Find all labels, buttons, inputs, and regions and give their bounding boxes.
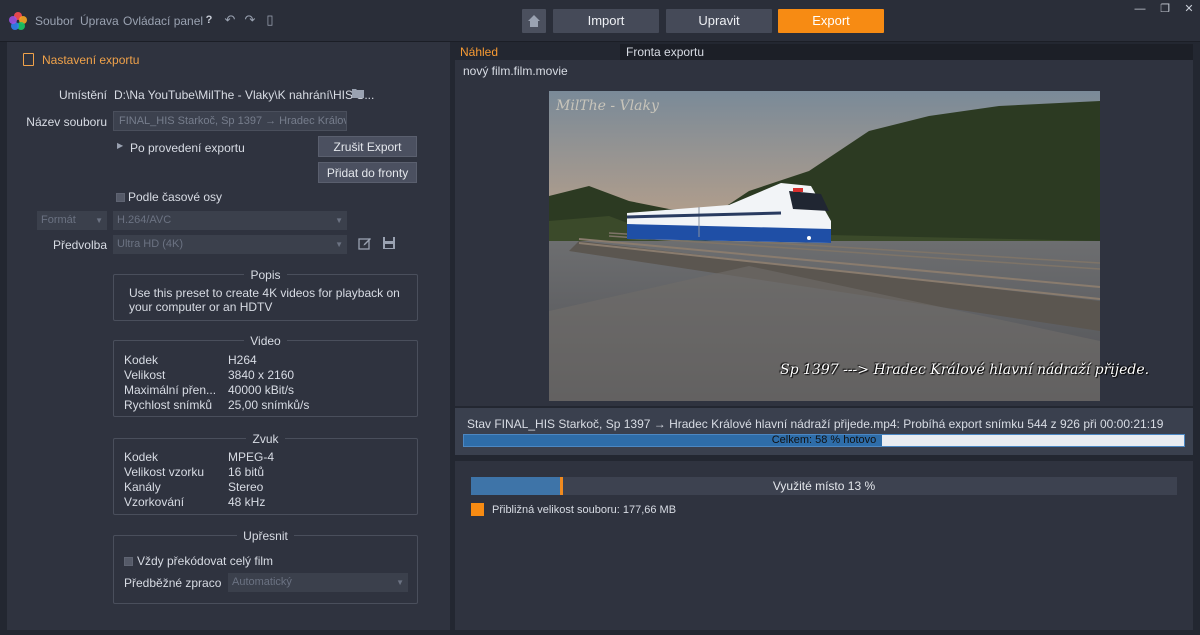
video-bitrate-label: Maximální přen... bbox=[124, 383, 217, 397]
minimize-icon[interactable]: — bbox=[1133, 2, 1147, 16]
export-progress-bar: Celkem: 58 % hotovo bbox=[463, 434, 1185, 447]
file-size-legend-swatch bbox=[471, 503, 484, 516]
after-export-label[interactable]: Po provedení exportu bbox=[130, 141, 245, 155]
video-size-value: 3840 x 2160 bbox=[228, 368, 295, 382]
preview-caption: Sp 1397 ---> Hradec Králové hlavní nádra… bbox=[780, 362, 1150, 378]
audio-channels-value: Stereo bbox=[228, 480, 264, 494]
audio-codec-value: MPEG-4 bbox=[228, 450, 275, 464]
chevron-down-icon: ▼ bbox=[95, 216, 103, 225]
restore-icon[interactable]: ❐ bbox=[1158, 2, 1172, 16]
audio-codec-label: Kodek bbox=[124, 450, 159, 464]
video-framerate-label: Rychlost snímků bbox=[124, 398, 213, 412]
section-header: Nastavení exportu bbox=[23, 53, 139, 67]
close-icon[interactable]: ✕ bbox=[1182, 2, 1196, 16]
export-status-bar: Stav FINAL_HIS Starkoč, Sp 1397 → Hradec… bbox=[455, 408, 1193, 455]
app-logo-icon bbox=[9, 12, 27, 30]
export-button[interactable]: Export bbox=[778, 9, 884, 33]
video-framerate-value: 25,00 snímků/s bbox=[228, 398, 310, 412]
format-select[interactable]: Formát ▼ bbox=[37, 211, 107, 230]
preset-select-value: Ultra HD (4K) bbox=[117, 238, 184, 250]
location-label: Umístění bbox=[58, 88, 107, 102]
tab-export-queue[interactable]: Fronta exportu bbox=[620, 44, 1193, 60]
preset-label: Předvolba bbox=[52, 238, 107, 252]
home-icon bbox=[528, 15, 540, 27]
menu-edit[interactable]: Úprava bbox=[80, 14, 119, 28]
filename-input[interactable]: FINAL_HIS Starkoč, Sp 1397 → Hradec Král… bbox=[113, 111, 347, 131]
audio-samplerate-value: 48 kHz bbox=[228, 495, 266, 509]
refine-group: Upřesnit Vždy překódovat celý film Předb… bbox=[113, 529, 418, 604]
format-select-label: Formát bbox=[41, 214, 76, 226]
audio-sample-size-label: Velikost vzorku bbox=[124, 465, 205, 479]
transcode-label: Vždy překódovat celý film bbox=[137, 554, 274, 568]
chevron-down-icon: ▼ bbox=[335, 240, 343, 249]
transcode-checkbox[interactable] bbox=[124, 557, 133, 566]
video-size-label: Velikost bbox=[124, 368, 166, 382]
preview-panel: Náhled Fronta exportu nový film.film.mov… bbox=[455, 42, 1193, 630]
export-progress-label: Celkem: 58 % hotovo bbox=[771, 434, 877, 446]
video-group: Video Kodek H264 Velikost 3840 x 2160 Ma… bbox=[113, 334, 418, 417]
import-button[interactable]: Import bbox=[553, 9, 659, 33]
preview-watermark: MilThe - Vlaky bbox=[556, 98, 659, 114]
save-preset-icon[interactable] bbox=[382, 236, 396, 250]
video-bitrate-value: 40000 kBit/s bbox=[228, 383, 295, 397]
location-value: D:\Na YouTube\MilThe - Vlaky\K nahrání\H… bbox=[114, 88, 375, 102]
export-status-text: Stav FINAL_HIS Starkoč, Sp 1397 → Hradec… bbox=[467, 417, 1164, 431]
audio-title: Zvuk bbox=[114, 432, 417, 446]
section-title: Nastavení exportu bbox=[42, 53, 140, 67]
codec-select[interactable]: H.264/AVC ▼ bbox=[113, 211, 347, 230]
edit-preset-icon[interactable] bbox=[358, 236, 372, 250]
description-text: Use this preset to create 4K videos for … bbox=[129, 286, 400, 314]
redo-icon[interactable]: ↷ bbox=[242, 12, 258, 28]
filename-label: Název souboru bbox=[26, 115, 107, 129]
chevron-down-icon: ▼ bbox=[335, 216, 343, 225]
edit-button[interactable]: Upravit bbox=[666, 9, 772, 33]
document-icon bbox=[23, 53, 34, 66]
export-settings-panel: Nastavení exportu Umístění D:\Na YouTube… bbox=[7, 42, 450, 630]
tab-preview[interactable]: Náhled bbox=[460, 44, 498, 60]
top-bar: Soubor Úprava Ovládací panel ? ↶ ↷ ▯ Imp… bbox=[0, 0, 1200, 42]
undo-icon[interactable]: ↶ bbox=[222, 12, 238, 28]
document-icon[interactable]: ▯ bbox=[262, 12, 278, 28]
chevron-right-icon[interactable]: ▶ bbox=[117, 141, 123, 150]
refine-title: Upřesnit bbox=[114, 529, 417, 543]
home-button[interactable] bbox=[522, 9, 546, 33]
audio-samplerate-label: Vzorkování bbox=[124, 495, 185, 509]
description-title: Popis bbox=[114, 268, 417, 282]
disk-space-label: Využité místo 13 % bbox=[772, 479, 876, 493]
video-preview-image bbox=[549, 91, 1100, 401]
chevron-down-icon: ▼ bbox=[396, 578, 404, 587]
codec-select-value: H.264/AVC bbox=[117, 214, 172, 226]
menu-file[interactable]: Soubor bbox=[35, 14, 74, 28]
description-group: Popis Use this preset to create 4K video… bbox=[113, 268, 418, 321]
cancel-export-button[interactable]: Zrušit Export bbox=[318, 136, 417, 157]
help-icon[interactable]: ? bbox=[201, 12, 217, 28]
disk-space-bar: Využité místo 13 % bbox=[471, 477, 1177, 495]
add-to-queue-button[interactable]: Přidat do fronty bbox=[318, 162, 417, 183]
timeline-label: Podle časové osy bbox=[128, 190, 223, 204]
video-codec-label: Kodek bbox=[124, 353, 159, 367]
movie-name: nový film.film.movie bbox=[455, 60, 1193, 82]
folder-icon[interactable] bbox=[352, 88, 364, 98]
menu-control-panel[interactable]: Ovládací panel bbox=[123, 14, 203, 28]
video-title: Video bbox=[114, 334, 417, 348]
file-size-label: Přibližná velikost souboru: 177,66 MB bbox=[492, 504, 677, 516]
preprocess-label: Předběžné zpraco bbox=[124, 576, 222, 590]
preset-select[interactable]: Ultra HD (4K) ▼ bbox=[113, 235, 347, 254]
preprocess-select[interactable]: Automatický ▼ bbox=[228, 573, 408, 592]
audio-group: Zvuk Kodek MPEG-4 Velikost vzorku 16 bit… bbox=[113, 432, 418, 515]
preprocess-select-value: Automatický bbox=[232, 576, 292, 588]
audio-channels-label: Kanály bbox=[124, 480, 161, 494]
video-codec-value: H264 bbox=[228, 353, 257, 367]
timeline-checkbox[interactable] bbox=[116, 193, 125, 202]
audio-sample-size-value: 16 bitů bbox=[228, 465, 265, 479]
disk-space-panel: Využité místo 13 % Přibližná velikost so… bbox=[455, 461, 1193, 630]
